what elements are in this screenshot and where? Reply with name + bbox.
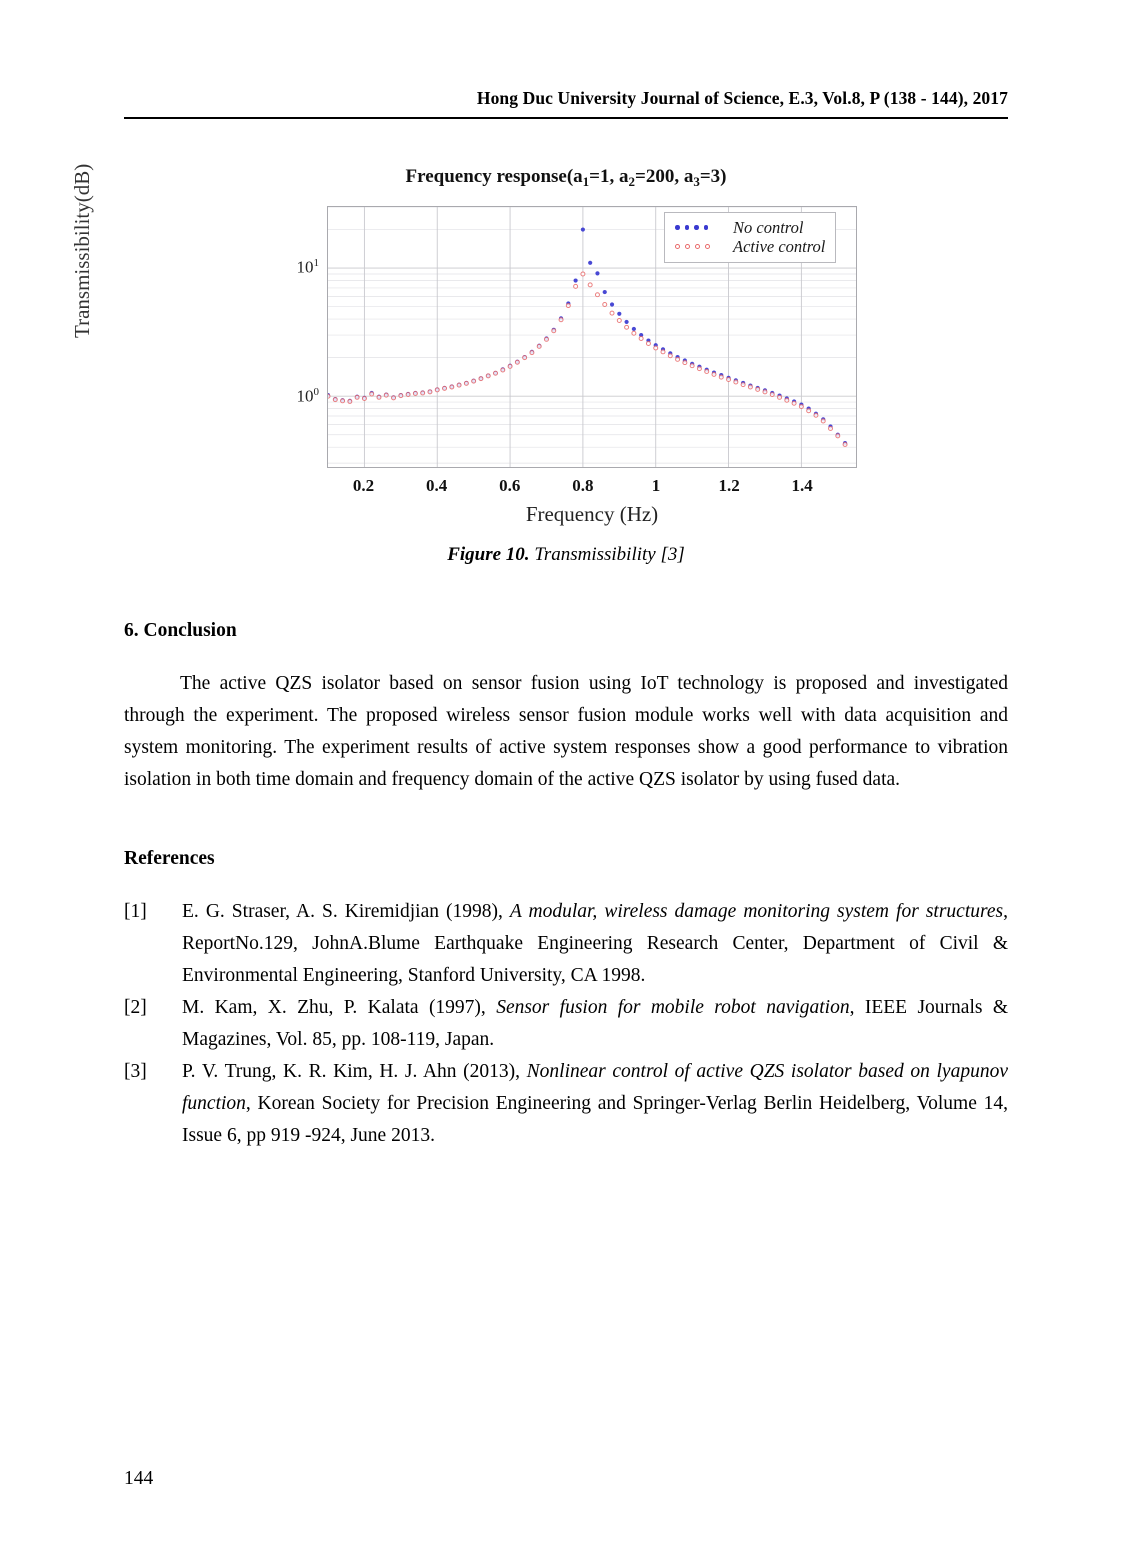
reference-number: [1]: [124, 901, 147, 922]
x-axis-tick-1-4: 1.4: [791, 476, 813, 495]
reference-item: [1] E. G. Straser, A. S. Kiremidjian (199…: [124, 896, 1008, 992]
x-axis-tick-0-2: 0.2: [352, 476, 375, 495]
reference-number: [3]: [124, 1061, 147, 1082]
open-circle-icon: [705, 244, 710, 249]
reference-title: Sensor fusion for mobile robot navigatio…: [496, 997, 850, 1018]
x-axis-tick-0-8: 0.8: [572, 476, 594, 495]
reference-text: P. V. Trung, K. R. Kim, H. J. Ahn (2013)…: [182, 1056, 1008, 1152]
document-body: 6. Conclusion The active QZS isolator ba…: [124, 620, 1008, 1152]
x-axis-tick-1-2: 1.2: [718, 476, 740, 495]
filled-dot-icon: [675, 225, 680, 230]
legend-label-active-control: Active control: [733, 236, 826, 256]
legend-item-active-control: Active control: [673, 237, 825, 256]
legend-marker-filled-dots: [673, 225, 733, 230]
x-axis-tick-1: 1: [651, 476, 661, 495]
chart-title-prefix: Frequency response(a: [405, 166, 583, 187]
reference-source: , Korean Society for Precision Engineeri…: [182, 1093, 1008, 1146]
chart-title-sub2: 2: [628, 174, 636, 189]
figure-caption-number: Figure 10.: [447, 544, 530, 565]
reference-authors: E. G. Straser, A. S. Kiremidjian (1998),: [182, 901, 510, 922]
conclusion-heading: 6. Conclusion: [124, 620, 237, 641]
references-heading: References: [124, 848, 215, 869]
chart-title-sub3: 3: [693, 174, 700, 189]
filled-dot-icon: [684, 225, 689, 230]
reference-item: [3] P. V. Trung, K. R. Kim, H. J. Ahn (20…: [124, 1056, 1008, 1152]
header-divider: [124, 117, 1008, 119]
conclusion-paragraph: The active QZS isolator based on sensor …: [124, 673, 1008, 790]
legend-label-no-control: No control: [733, 217, 804, 237]
chart-title-mid1: =1, a: [589, 166, 629, 187]
open-circle-icon: [695, 244, 700, 249]
y-axis-label: Transmissibility(dB): [70, 163, 94, 338]
reference-authors: P. V. Trung, K. R. Kim, H. J. Ahn (2013)…: [182, 1061, 527, 1082]
x-axis-tick-0-4: 0.4: [426, 476, 448, 495]
page-number: 144: [124, 1468, 154, 1489]
chart-title-mid2: =200, a: [635, 166, 694, 187]
reference-item: [2] M. Kam, X. Zhu, P. Kalata (1997), Sen…: [124, 992, 1008, 1056]
reference-text: M. Kam, X. Zhu, P. Kalata (1997), Sensor…: [182, 992, 1008, 1056]
chart-title-sub1: 1: [582, 174, 590, 189]
y-axis-tick-10e0: 100: [296, 385, 320, 406]
filled-dot-icon: [703, 225, 708, 230]
reference-authors: M. Kam, X. Zhu, P. Kalata (1997),: [182, 997, 497, 1018]
chart-legend: No control Active control: [664, 212, 837, 263]
reference-text: E. G. Straser, A. S. Kiremidjian (1998),…: [182, 896, 1008, 992]
x-axis-tick-0-6: 0.6: [499, 476, 521, 495]
x-axis-label: Frequency (Hz): [525, 502, 659, 526]
figure-caption-text: Transmissibility [3]: [534, 544, 685, 565]
chart-title-suffix: =3): [699, 166, 727, 187]
y-axis-tick-10e1: 101: [296, 256, 320, 277]
reference-number: [2]: [124, 997, 147, 1018]
references-list: [1] E. G. Straser, A. S. Kiremidjian (199…: [124, 896, 1008, 1152]
transmissibility-chart: Frequency response(a1=1, a2=200, a3=3) T…: [70, 150, 1008, 540]
series-active-control: [328, 271, 848, 447]
reference-title: A modular, wireless damage monitoring sy…: [509, 901, 1004, 922]
legend-marker-open-circles: [673, 244, 733, 249]
figure-caption: Figure 10. Transmissibility [3]: [124, 544, 1008, 566]
running-head: Hong Duc University Journal of Science, …: [476, 88, 1008, 108]
open-circle-icon: [675, 244, 680, 249]
filled-dot-icon: [694, 225, 699, 230]
figure-10-block: Frequency response(a1=1, a2=200, a3=3) T…: [70, 150, 1008, 566]
legend-item-no-control: No control: [673, 218, 825, 237]
chart-title: Frequency response(a1=1, a2=200, a3=3): [124, 166, 1008, 189]
open-circle-icon: [685, 244, 690, 249]
